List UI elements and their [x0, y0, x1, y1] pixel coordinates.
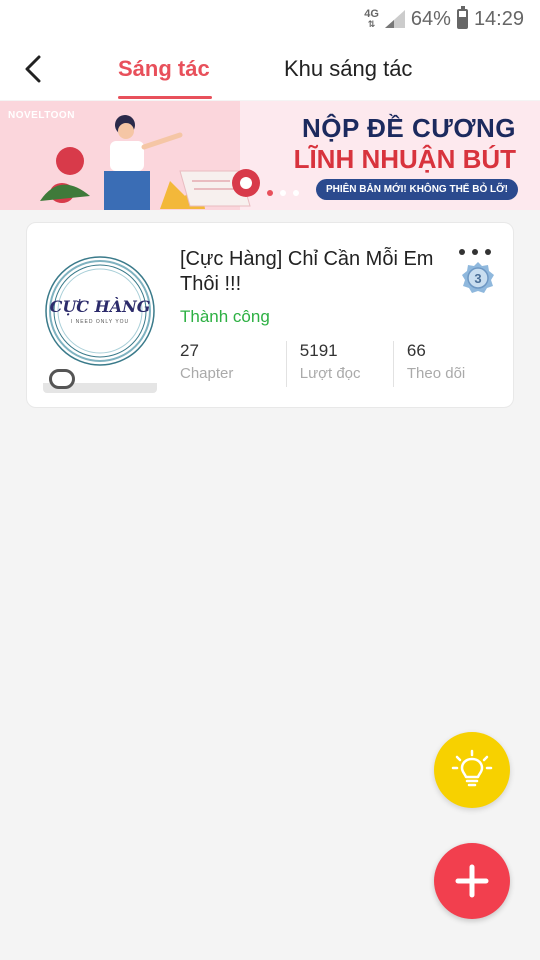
add-work-button[interactable]	[434, 843, 510, 919]
book-title[interactable]: [Cực Hàng] Chỉ Cần Mỗi Em Thôi !!!	[180, 247, 450, 297]
status-bar: 4G ⇅ 64% 14:29	[0, 0, 540, 38]
stat-label: Lượt đọc	[299, 365, 361, 382]
stats-row: 27 Chapter 5191 Lượt đọc 66 Theo dõi	[180, 341, 500, 387]
network-type: 4G	[364, 8, 379, 20]
stat-label: Chapter	[180, 365, 234, 382]
network-indicator: 4G ⇅	[364, 8, 379, 30]
header: Sáng tác Khu sáng tác	[0, 38, 540, 100]
cover-title: CỰC HÀNG	[49, 297, 151, 316]
level-badge-icon: 3	[461, 261, 495, 295]
battery-percent: 64%	[410, 7, 451, 30]
stat-label: Theo dõi	[406, 365, 466, 382]
stat-value: 27	[180, 341, 199, 360]
signal-icon	[384, 10, 405, 28]
status-label: Thành công	[180, 307, 270, 326]
more-icon[interactable]	[459, 245, 491, 259]
idea-button[interactable]	[434, 732, 510, 808]
stat-chapters: 27 Chapter	[180, 341, 286, 387]
banner-title-line1: NỘP ĐỀ CƯƠNG	[302, 113, 516, 143]
stat-value: 66	[406, 341, 426, 360]
banner-cta-pill: PHIÊN BẢN MỚI! KHÔNG THỂ BỎ LỠ!	[315, 179, 518, 200]
active-tab-indicator	[118, 96, 212, 99]
back-button[interactable]	[18, 52, 48, 86]
level-number: 3	[474, 271, 481, 286]
back-arrow-icon	[25, 55, 41, 83]
cover-subtitle: I NEED ONLY YOU	[70, 319, 130, 325]
clock: 14:29	[473, 7, 524, 30]
banner-title-line2: LĨNH NHUẬN BÚT	[293, 144, 516, 174]
plus-icon	[455, 864, 489, 898]
lightbulb-icon	[451, 749, 493, 787]
promo-banner[interactable]: NOVELTOON NỘP ĐỀ CƯƠNG LĨNH NHUẬN BÚT PH…	[0, 101, 540, 210]
work-card[interactable]: CỰC HÀNG I NEED ONLY YOU [Cực Hàng] Chỉ …	[26, 222, 514, 408]
stat-followers: 66 Theo dõi	[392, 341, 500, 387]
chat-icon	[49, 369, 75, 389]
book-cover[interactable]: CỰC HÀNG I NEED ONLY YOU	[43, 241, 157, 393]
banner-logo: NOVELTOON	[8, 110, 75, 121]
battery-icon	[456, 6, 468, 29]
tab-khu-sang-tac[interactable]: Khu sáng tác	[284, 56, 412, 82]
stat-reads: 5191 Lượt đọc	[285, 341, 393, 387]
stat-value: 5191	[299, 341, 338, 360]
tab-sang-tac[interactable]: Sáng tác	[118, 56, 210, 82]
